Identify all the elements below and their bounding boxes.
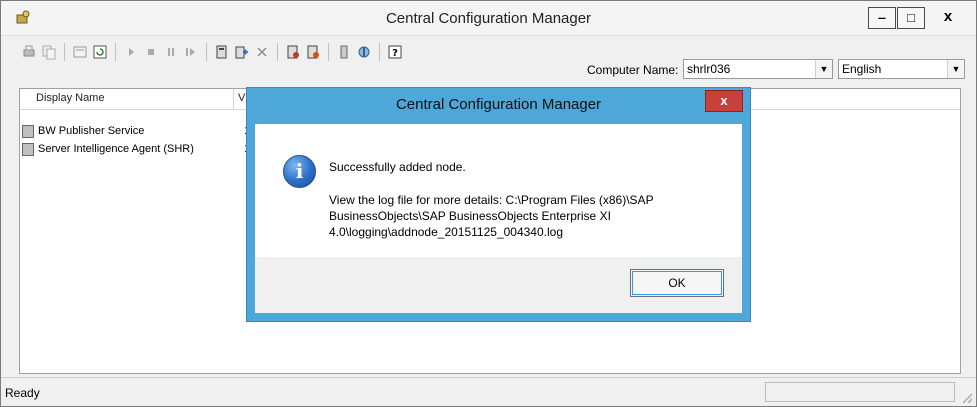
help-icon[interactable]: ? [387,44,403,60]
properties-icon[interactable] [72,44,88,60]
restart-icon[interactable] [183,44,199,60]
column-header-version[interactable]: V [238,92,245,104]
computer-name-combo[interactable]: shrlr036 ▼ [683,59,833,79]
service-icon [22,124,34,138]
toolbar-separator [328,43,329,61]
toolbar-separator [64,43,65,61]
status-panel [765,382,955,402]
info-icon: i [283,155,316,188]
chevron-down-icon[interactable]: ▼ [947,60,964,78]
toolbar-separator [277,43,278,61]
delete-icon[interactable] [254,44,270,60]
toolbar-separator [206,43,207,61]
svg-text:?: ? [392,48,398,59]
language-value: English [842,62,882,76]
minimize-button[interactable]: ‒ [868,7,896,29]
computer-name-value: shrlr036 [687,62,731,76]
list-item-name: BW Publisher Service [38,125,145,137]
maximize-button[interactable]: □ [897,7,925,29]
toolbar-icons: ? [21,42,403,62]
list-item[interactable]: BW Publisher Service 1 [22,123,250,139]
start-icon[interactable] [123,44,139,60]
network-icon[interactable] [356,44,372,60]
print-icon[interactable] [21,44,37,60]
window-title: Central Configuration Manager [385,10,592,27]
dialog-body: i Successfully added node. View the log … [255,124,742,257]
status-bar: Ready [1,377,976,407]
service-icon [22,142,34,156]
toolbar-separator [379,43,380,61]
list-item-name: Server Intelligence Agent (SHR) [38,143,194,155]
enable-icon[interactable] [285,44,301,60]
pause-icon[interactable] [163,44,179,60]
copy-icon[interactable] [41,44,57,60]
toolbar-separator [115,43,116,61]
computer-name-label: Computer Name: [587,63,679,77]
resize-grip-icon[interactable] [962,393,972,403]
toolbar: ? Computer Name: shrlr036 ▼ English ▼ [1,35,976,79]
dialog-close-button[interactable]: x [705,90,743,112]
message-dialog: Central Configuration Manager x i Succes… [246,87,751,322]
server-icon[interactable] [336,44,352,60]
language-combo[interactable]: English ▼ [838,59,965,79]
column-divider[interactable] [233,89,234,109]
ok-button[interactable]: OK [630,269,724,297]
close-button[interactable]: x [934,7,962,29]
chevron-down-icon[interactable]: ▼ [815,60,832,78]
disable-icon[interactable] [305,44,321,60]
status-text: Ready [5,386,40,400]
column-header-display-name[interactable]: Display Name [36,92,104,104]
dialog-footer: OK [255,257,742,313]
stop-icon[interactable] [143,44,159,60]
dialog-detail: View the log file for more details: C:\P… [329,193,654,239]
add-service-icon[interactable] [234,44,250,60]
dialog-title: Central Configuration Manager [395,96,602,113]
title-bar: Central Configuration Manager ‒ □ x [1,1,976,36]
refresh-icon[interactable] [92,44,108,60]
add-node-icon[interactable] [214,44,230,60]
list-item[interactable]: Server Intelligence Agent (SHR) 1 [22,141,250,157]
dialog-message: Successfully added node. [329,160,466,174]
